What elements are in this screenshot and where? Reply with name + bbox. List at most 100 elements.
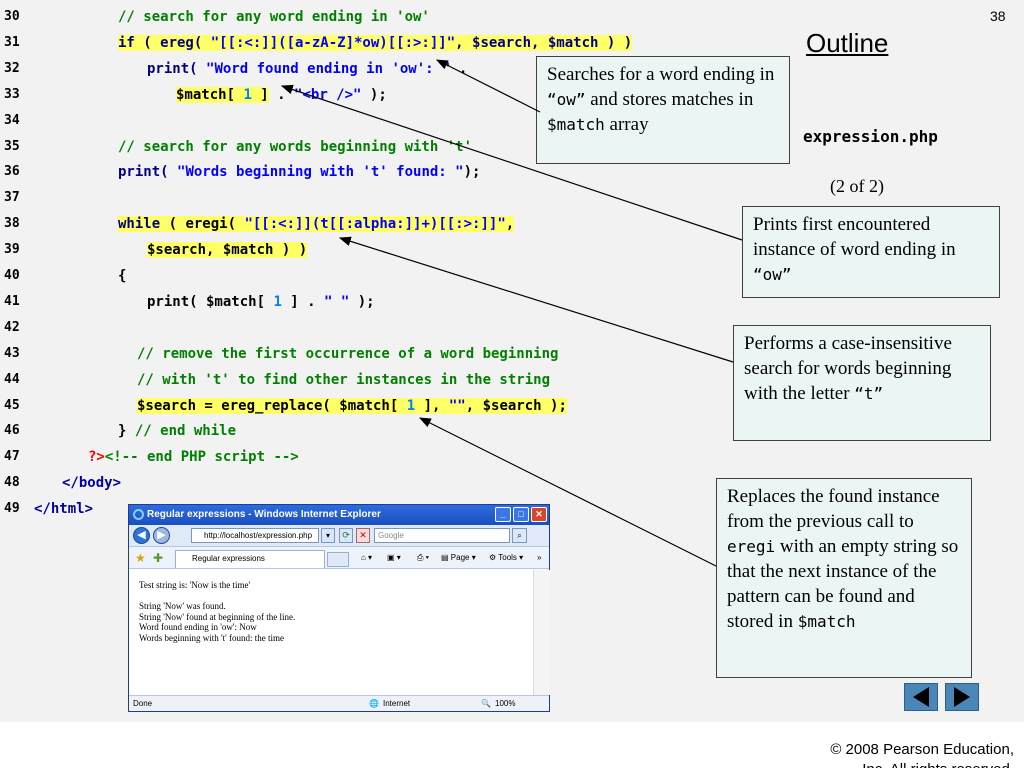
callout-ereg-search: Searches for a word ending in “ow” and s… bbox=[536, 56, 790, 164]
maximize-button[interactable]: □ bbox=[513, 507, 529, 522]
code-line: 31 if ( ereg( "[[:<:]]([a-zA-Z]*ow)[[:>:]… bbox=[0, 30, 790, 56]
code-line: 43 // remove the first occurrence of a wo… bbox=[0, 341, 790, 367]
refresh-icon[interactable]: ⟳ bbox=[339, 528, 353, 543]
code-token: while bbox=[118, 216, 161, 233]
content-line: Words beginning with 't' found: the time bbox=[139, 632, 285, 643]
window-title: Regular expressions - Windows Internet E… bbox=[147, 509, 381, 520]
code-token: } bbox=[118, 423, 135, 440]
content-line: String 'Now' found at beginning of the l… bbox=[139, 611, 296, 622]
address-input[interactable]: http://localhost/expression.php bbox=[191, 528, 319, 543]
callout-text: array bbox=[604, 114, 649, 135]
search-icon[interactable]: ⌕ bbox=[512, 528, 527, 543]
vertical-scrollbar[interactable] bbox=[533, 570, 550, 695]
globe-icon: 🌐 bbox=[369, 699, 379, 708]
code-token: print( bbox=[118, 164, 178, 181]
code-token: , $search ); bbox=[465, 397, 567, 414]
tools-menu-label: Tools bbox=[498, 553, 517, 562]
new-tab-button[interactable] bbox=[327, 552, 349, 567]
code-text: print( "Word found ending in 'ow': " . bbox=[147, 59, 467, 79]
code-text: $match[ 1 ] . "<br />" ); bbox=[176, 85, 387, 105]
line-number: 31 bbox=[4, 34, 20, 50]
code-text: // search for any word ending in 'ow' bbox=[118, 7, 430, 27]
code-line: 30 // search for any word ending in 'ow' bbox=[0, 4, 790, 30]
stop-icon[interactable]: ✕ bbox=[356, 528, 370, 543]
home-icon[interactable]: ⌂ ▾ bbox=[361, 552, 372, 564]
next-slide-icon[interactable] bbox=[945, 683, 979, 711]
code-token: <!-- end bbox=[104, 449, 181, 466]
code-token: 1 bbox=[406, 397, 416, 414]
prev-slide-icon[interactable] bbox=[904, 683, 938, 711]
callout-text: Searches for a word ending in bbox=[547, 64, 775, 85]
code-token: 1 bbox=[273, 293, 282, 310]
code-text: print( "Words beginning with 't' found: … bbox=[118, 162, 480, 182]
code-line: 48 </body> bbox=[0, 470, 790, 496]
line-number: 40 bbox=[4, 268, 20, 283]
status-text: Done bbox=[133, 699, 153, 708]
code-text: while ( eregi( "[[:<:]](t[[:alpha:]]+)[[… bbox=[118, 214, 515, 234]
code-token: ( eregi( bbox=[160, 216, 245, 233]
page-menu[interactable]: ▤ Page ▾ bbox=[441, 552, 476, 564]
code-line: 45 $search = ereg_replace( $match[ 1 ], "… bbox=[0, 393, 790, 419]
callout-code: $match bbox=[547, 115, 605, 134]
content-line: String 'Now' was found. bbox=[139, 601, 226, 611]
code-token: ); bbox=[361, 86, 387, 103]
code-token: , bbox=[505, 216, 515, 233]
callout-text: Replaces the found instance from the pre… bbox=[727, 486, 940, 532]
code-token: // search for any word ending in 'ow' bbox=[118, 9, 430, 25]
code-token: { bbox=[118, 268, 127, 284]
callout-eregi-search: Performs a case-insensitive search for w… bbox=[733, 325, 991, 441]
zoom-level[interactable]: 100% bbox=[495, 696, 515, 711]
code-token: ] . bbox=[281, 293, 325, 310]
print-icon[interactable]: ⎙ ▾ bbox=[417, 552, 429, 564]
code-token: if ( ereg( bbox=[118, 34, 211, 51]
callout-code: “t” bbox=[854, 384, 884, 403]
code-line: 38 while ( eregi( "[[:<:]](t[[:alpha:]]+)… bbox=[0, 211, 790, 237]
tab-regular-expressions[interactable]: Regular expressions bbox=[175, 550, 325, 568]
line-number: 36 bbox=[4, 164, 20, 180]
minimize-button[interactable]: _ bbox=[495, 507, 511, 522]
line-number: 47 bbox=[4, 449, 20, 465]
search-input[interactable]: Google bbox=[374, 528, 510, 543]
line-number: 38 bbox=[4, 216, 20, 232]
forward-arrow-icon[interactable]: ▶ bbox=[153, 527, 170, 544]
file-name: expression.php bbox=[803, 127, 938, 146]
more-chevron-icon[interactable]: » bbox=[537, 552, 541, 564]
tools-menu[interactable]: ⚙ Tools ▾ bbox=[489, 552, 523, 564]
line-number: 43 bbox=[4, 345, 20, 361]
code-text: } // end while bbox=[118, 421, 236, 441]
outline-link[interactable]: Outline bbox=[806, 28, 888, 59]
code-line: 46} // end while bbox=[0, 418, 790, 444]
code-token: ] bbox=[251, 86, 269, 103]
line-number: 37 bbox=[4, 190, 20, 206]
code-token: ?> bbox=[88, 449, 105, 466]
code-text: $search = ereg_replace( $match[ 1 ], "",… bbox=[137, 396, 567, 416]
slide-number: 38 bbox=[990, 8, 1006, 24]
callout-text: Prints first encountered instance of wor… bbox=[753, 214, 956, 260]
line-number: 34 bbox=[4, 112, 20, 128]
callout-text: Performs a case-insensitive search for w… bbox=[744, 333, 952, 404]
code-token: $search, $match ) ) bbox=[147, 242, 308, 259]
code-text: // search for any words beginning with '… bbox=[118, 137, 472, 157]
address-dropdown[interactable]: ▾ bbox=[321, 528, 335, 543]
code-line: 42 bbox=[0, 315, 790, 341]
copyright-line: © 2008 Pearson Education, bbox=[830, 741, 1014, 758]
favorites-star-icon[interactable]: ★ bbox=[135, 551, 146, 565]
code-text: </html> bbox=[34, 499, 93, 519]
back-arrow-icon[interactable]: ◀ bbox=[133, 527, 150, 544]
feeds-icon[interactable]: ▣ ▾ bbox=[387, 552, 401, 564]
tab-row: ★ ✚ Regular expressions ⌂ ▾ ▣ ▾ ⎙ ▾ ▤ Pa… bbox=[129, 547, 549, 569]
callout-code: “ow” bbox=[753, 265, 792, 284]
window-title-bar: Regular expressions - Windows Internet E… bbox=[129, 505, 549, 525]
code-token: ); bbox=[349, 293, 375, 310]
callout-ereg-replace: Replaces the found instance from the pre… bbox=[716, 478, 972, 678]
code-token: "<br />" bbox=[294, 86, 362, 103]
code-line: 37 bbox=[0, 185, 790, 211]
code-token: PHP bbox=[180, 449, 207, 466]
close-button[interactable]: ✕ bbox=[531, 507, 547, 522]
add-favorites-icon[interactable]: ✚ bbox=[153, 551, 163, 565]
code-token: ], bbox=[415, 397, 449, 414]
content-line bbox=[139, 591, 523, 602]
page-menu-label: Page bbox=[450, 553, 470, 562]
security-zone: Internet bbox=[383, 699, 411, 708]
line-number: 42 bbox=[4, 319, 20, 335]
